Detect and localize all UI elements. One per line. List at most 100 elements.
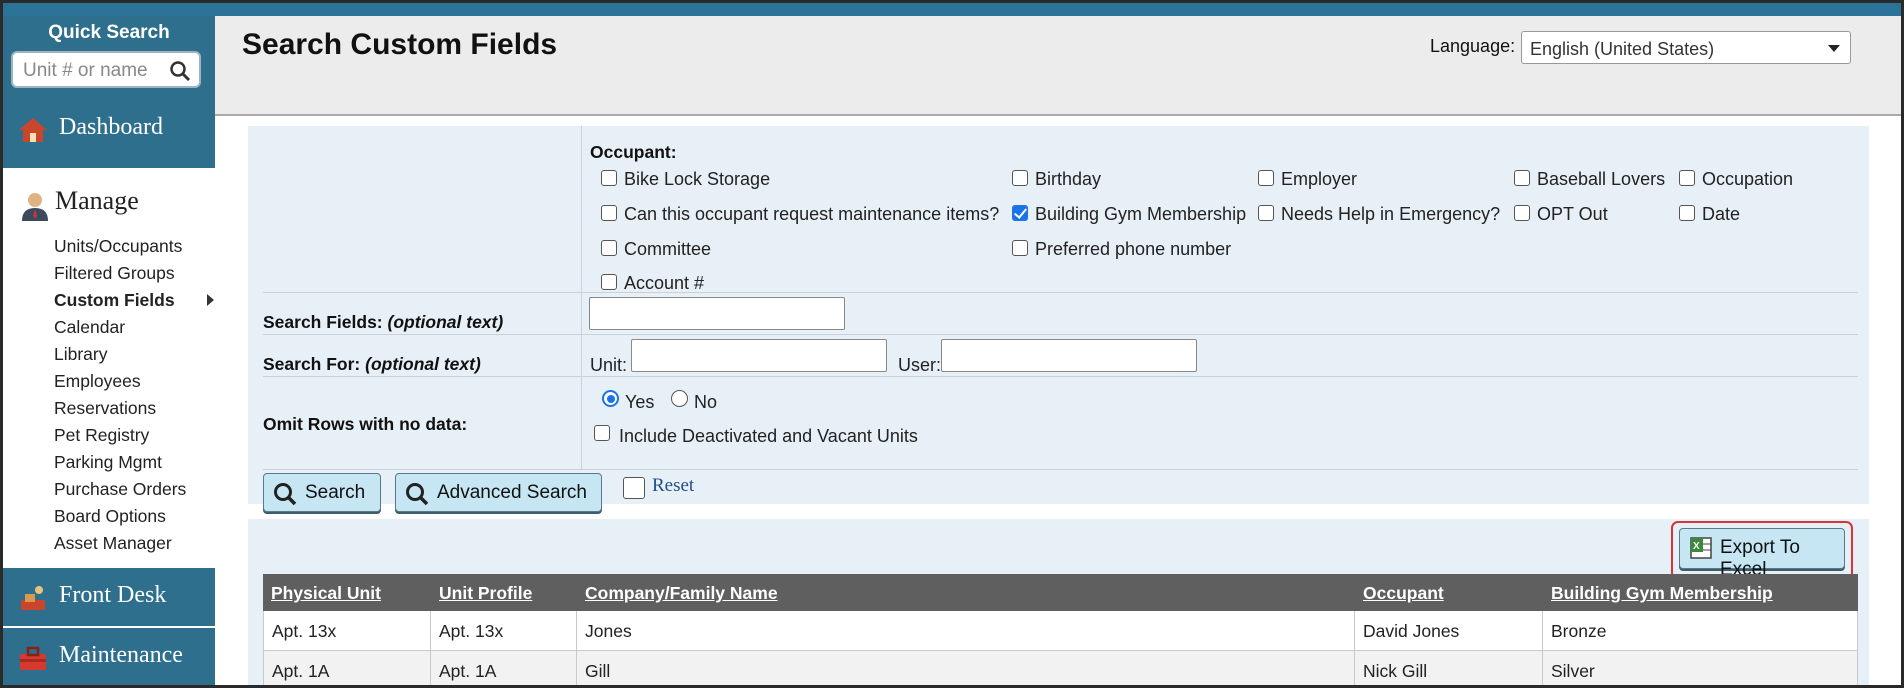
checkbox-needs-help-emergency[interactable] [1258,205,1274,221]
front-desk-label: Front Desk [59,582,167,608]
column-header-company-family-name[interactable]: Company/Family Name [577,574,1355,611]
main-content: Search Custom Fields Language: English (… [215,16,1901,685]
chevron-down-icon [1828,45,1840,52]
checkbox-building-gym-membership[interactable] [1012,205,1028,221]
sidebar: Quick Search Unit # or name Dashboard Ma… [3,16,215,685]
language-value: English (United States) [1530,39,1715,59]
row-divider [263,292,1858,293]
table-cell: Silver [1543,651,1858,685]
unit-input[interactable] [631,339,887,372]
column-header-unit-profile[interactable]: Unit Profile [431,574,577,611]
search-icon[interactable] [169,60,191,82]
sidebar-item-board-options[interactable]: Board Options [54,506,166,527]
excel-icon: X [1690,537,1712,559]
table-cell: Gill [577,651,1355,685]
preferred-phone-label: Preferred phone number [1035,239,1232,259]
omit-yes-radio[interactable] [602,390,619,407]
optional-text-hint: (optional text) [387,312,504,332]
omit-rows-label: Omit Rows with no data: [263,414,468,434]
sidebar-item-reservations[interactable]: Reservations [54,398,156,419]
sidebar-item-calendar[interactable]: Calendar [54,317,125,338]
omit-no-radio[interactable] [671,390,688,407]
search-for-label: Search For: (optional text) [263,354,481,375]
search-button[interactable]: Search [263,473,381,512]
column-header-label: Physical Unit [271,583,381,603]
column-header-label: Unit Profile [439,583,533,603]
quick-search-panel: Quick Search Unit # or name [3,16,215,88]
checkbox-bike-lock-storage[interactable] [601,170,617,186]
checkbox-preferred-phone[interactable] [1012,240,1028,256]
cell-text: Gill [585,661,611,681]
user-input[interactable] [941,339,1197,372]
quick-search-input[interactable]: Unit # or name [11,51,201,88]
svg-text:X: X [1693,541,1700,552]
user-label: User: [898,355,942,375]
checkbox-date[interactable] [1679,205,1695,221]
account-number-label: Account # [624,273,705,293]
search-icon [274,483,297,506]
search-fields-input[interactable] [589,297,845,330]
sidebar-item-library[interactable]: Library [54,344,108,365]
checkbox-employer[interactable] [1258,170,1274,186]
advanced-search-button-label: Advanced Search [437,482,587,503]
quick-search-title: Quick Search [48,22,170,43]
employer-label: Employer [1281,169,1358,189]
app-window: Quick Search Unit # or name Dashboard Ma… [3,3,1901,685]
toolbox-icon [20,646,46,670]
page-title: Search Custom Fields [242,28,558,61]
search-button-label: Search [305,482,366,503]
sidebar-item-purchase-orders[interactable]: Purchase Orders [54,479,186,500]
search-fields-label-text: Search Fields: [263,312,383,332]
table-cell: David Jones [1355,611,1543,651]
sidebar-item-employees[interactable]: Employees [54,371,141,392]
baseball-lovers-label: Baseball Lovers [1537,169,1666,189]
checkbox-can-request-maintenance[interactable] [601,205,617,221]
column-header-label: Building Gym Membership [1551,583,1773,603]
optional-text-hint: (optional text) [365,354,481,374]
building-gym-membership-label: Building Gym Membership [1035,204,1247,224]
sidebar-item-front-desk[interactable]: Front Desk [3,568,215,626]
front-desk-bell-icon [21,586,45,610]
cell-text: Apt. 1A [272,661,330,681]
checkbox-include-deactivated[interactable] [594,425,610,441]
reset-checkbox[interactable] [623,477,645,499]
checkbox-opt-out[interactable] [1514,205,1530,221]
cell-text: Apt. 1A [439,661,497,681]
table-cell: Nick Gill [1355,651,1543,685]
quick-search-placeholder: Unit # or name [23,60,148,81]
language-select[interactable]: English (United States) [1521,31,1851,64]
column-header-physical-unit[interactable]: Physical Unit [263,574,431,611]
reset-link[interactable]: Reset [652,475,694,497]
checkbox-committee[interactable] [601,240,617,256]
checkbox-birthday[interactable] [1012,170,1028,186]
cell-text: Silver [1551,661,1595,681]
row-divider [263,334,1858,335]
sidebar-item-custom-fields[interactable]: Custom Fields [54,290,175,311]
manage-heading[interactable]: Manage [55,186,139,216]
advanced-search-button[interactable]: Advanced Search [395,473,602,512]
sidebar-item-pet-registry[interactable]: Pet Registry [54,425,149,446]
table-cell: Jones [577,611,1355,651]
active-caret-icon [207,294,214,306]
column-divider [581,126,582,469]
column-header-building-gym-membership[interactable]: Building Gym Membership [1543,574,1858,611]
cell-text: Apt. 13x [272,621,337,641]
sidebar-item-asset-manager[interactable]: Asset Manager [54,533,172,554]
sidebar-item-parking-mgmt[interactable]: Parking Mgmt [54,452,162,473]
sidebar-item-dashboard[interactable]: Dashboard [3,88,215,168]
sidebar-item-filtered-groups[interactable]: Filtered Groups [54,263,175,284]
checkbox-account-number[interactable] [601,274,617,290]
checkbox-baseball-lovers[interactable] [1514,170,1530,186]
column-header-label: Company/Family Name [585,583,778,603]
sidebar-item-units-occupants[interactable]: Units/Occupants [54,236,182,257]
manager-person-icon [22,193,48,221]
column-header-occupant[interactable]: Occupant [1355,574,1543,611]
sidebar-item-maintenance[interactable]: Maintenance [3,628,215,685]
occupation-label: Occupation [1702,169,1794,189]
export-to-excel-button[interactable]: X Export To Excel [1679,528,1845,580]
checkbox-occupation[interactable] [1679,170,1695,186]
column-header-label: Occupant [1363,583,1444,603]
table-cell: Bronze [1543,611,1858,651]
unit-label: Unit: [590,355,628,375]
house-icon [19,118,47,142]
